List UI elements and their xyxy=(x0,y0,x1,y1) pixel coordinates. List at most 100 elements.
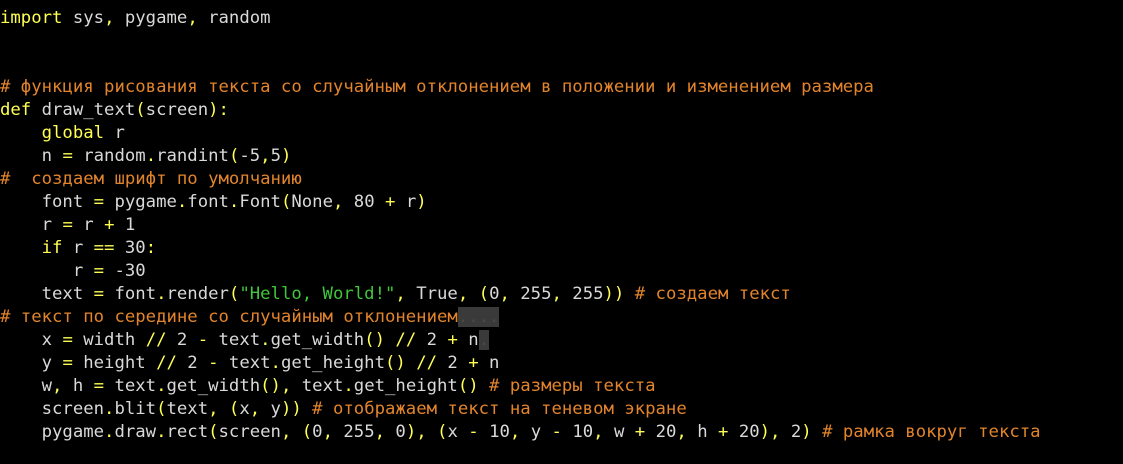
code-line[interactable]: r = r + 1 xyxy=(0,214,1123,237)
code-editor[interactable]: import sys, pygame, random # функция рисо… xyxy=(0,7,1123,464)
code-token: randint xyxy=(156,146,229,166)
code-token: n xyxy=(457,330,479,350)
code-token: - xyxy=(197,330,209,350)
code-line[interactable]: # текст по середине со случайным отклоне… xyxy=(0,306,1123,329)
code-token: 255 xyxy=(509,284,552,304)
code-line[interactable]: w, h = text.get_width(), text.get_height… xyxy=(0,375,1123,398)
code-token: . xyxy=(104,399,115,419)
code-token: - xyxy=(551,422,562,442)
code-token: x xyxy=(0,330,63,350)
code-line[interactable]: import sys, pygame, random xyxy=(0,7,1123,30)
code-token: == xyxy=(93,238,115,258)
code-token: . xyxy=(260,330,271,350)
code-token: w xyxy=(603,422,635,442)
code-token: 10 xyxy=(478,422,510,442)
code-token: 20 xyxy=(728,422,760,442)
code-token: 20 xyxy=(645,422,677,442)
code-token: 80 xyxy=(343,192,386,212)
code-line[interactable]: r = -30 xyxy=(0,260,1123,283)
code-token: -30 xyxy=(104,261,146,281)
code-token: + xyxy=(385,192,396,212)
code-token: 0 xyxy=(385,422,406,442)
code-line[interactable]: font = pygame.font.Font(None, 80 + r) xyxy=(0,191,1123,214)
code-line[interactable]: global r xyxy=(0,122,1123,145)
code-token: get_height xyxy=(353,376,458,396)
code-line[interactable]: n = random.randint(-5,5) xyxy=(0,145,1123,168)
code-token: , xyxy=(499,284,510,304)
code-token: , xyxy=(249,399,261,419)
code-token: render xyxy=(166,284,229,304)
code-token: , xyxy=(104,8,115,28)
code-token: ( xyxy=(228,146,240,166)
code-token: pygame xyxy=(114,8,188,28)
code-token: , xyxy=(208,399,219,419)
code-line[interactable]: # создаем шрифт по умолчанию xyxy=(0,168,1123,191)
code-token: True xyxy=(405,284,458,304)
code-token: - xyxy=(208,353,219,373)
code-token: Font xyxy=(239,192,281,212)
code-token: ): xyxy=(208,100,229,120)
code-token: import xyxy=(0,8,63,28)
code-token: ( xyxy=(208,422,219,442)
code-token: = xyxy=(62,215,73,235)
code-token: ( xyxy=(478,284,490,304)
code-token: text xyxy=(166,399,209,419)
code-token: y xyxy=(520,422,552,442)
code-token: = xyxy=(93,192,105,212)
code-token: 10 xyxy=(561,422,594,442)
code-line[interactable]: # функция рисования текста со случайным … xyxy=(0,76,1123,99)
code-token: n xyxy=(478,353,500,373)
code-line[interactable]: if r == 30: xyxy=(0,237,1123,260)
code-token: )) xyxy=(603,284,625,304)
code-token: "Hello, World!" xyxy=(239,284,396,304)
code-token: ( xyxy=(228,284,240,304)
code-token: random xyxy=(72,146,146,166)
code-line[interactable] xyxy=(0,30,1123,53)
code-token: 0 xyxy=(489,284,500,304)
code-token: ( xyxy=(437,422,448,442)
code-token: 1 xyxy=(114,215,136,235)
code-token: () xyxy=(385,353,406,373)
code-token: draw_text xyxy=(31,100,136,120)
code-line[interactable]: screen.blit(text, (x, y)) # отображаем т… xyxy=(0,398,1123,421)
code-line[interactable] xyxy=(0,53,1123,76)
code-token: + xyxy=(718,422,729,442)
code-token: # создаем шрифт по умолчанию xyxy=(0,169,302,189)
code-token: screen xyxy=(0,399,105,419)
code-token: ( xyxy=(135,100,146,120)
code-token: # отображаем текст на теневом экране xyxy=(301,399,687,419)
code-token: screen xyxy=(218,422,281,442)
code-token: w xyxy=(0,376,53,396)
code-line[interactable]: y = height // 2 - text.get_height() // 2… xyxy=(0,352,1123,375)
code-token: text xyxy=(104,376,157,396)
code-line[interactable]: text = font.render("Hello, World!", True… xyxy=(0,283,1123,306)
code-token: (), xyxy=(260,376,292,396)
code-token: + xyxy=(468,353,479,373)
code-token: sys xyxy=(62,8,105,28)
code-token: = xyxy=(93,284,105,304)
code-token: . xyxy=(156,284,167,304)
code-token: , xyxy=(509,422,521,442)
code-token: h xyxy=(686,422,719,442)
code-line[interactable]: def draw_text(screen): xyxy=(0,99,1123,122)
code-token: 30 xyxy=(114,238,146,258)
code-token: 255 xyxy=(561,284,604,304)
code-token: 2 xyxy=(780,422,802,442)
code-token: ) xyxy=(280,146,292,166)
code-line[interactable]: pygame.draw.rect(screen, (0, 255, 0), (x… xyxy=(0,421,1123,444)
code-token: . xyxy=(176,192,188,212)
code-token: 2 xyxy=(437,353,469,373)
code-token: 5 xyxy=(270,146,281,166)
code-token: blit xyxy=(114,399,157,419)
code-token: x xyxy=(447,422,469,442)
code-token: height xyxy=(72,353,157,373)
code-token: . xyxy=(156,376,167,396)
code-token: ( xyxy=(301,422,313,442)
code-line[interactable]: x = width // 2 - text.get_width() // 2 +… xyxy=(0,329,1123,352)
code-token: = xyxy=(62,146,73,166)
code-token: , xyxy=(260,146,271,166)
